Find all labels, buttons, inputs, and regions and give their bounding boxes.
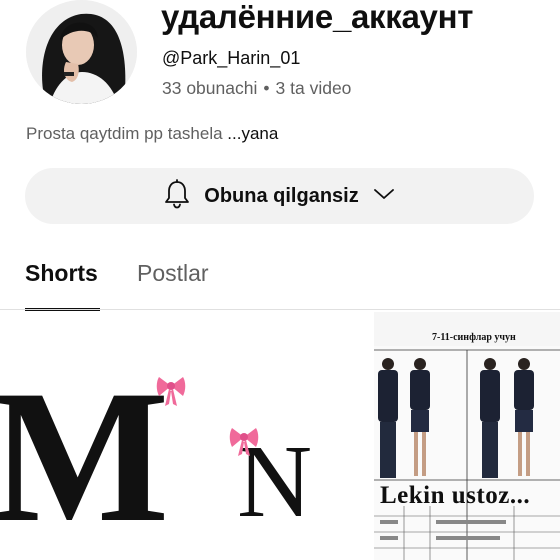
chevron-down-icon — [373, 187, 395, 206]
short-thumbnail-3[interactable]: 7-11-синфлар учун Lekin ustoz... — [374, 312, 560, 560]
channel-handle: @Park_Harin_01 — [162, 48, 301, 68]
bell-icon — [164, 178, 190, 214]
short-thumbnail-2[interactable]: N — [189, 312, 371, 560]
channel-meta: 33 obunachi • 3 ta video — [162, 78, 351, 99]
subscribed-label: Obuna qilgansiz — [204, 184, 359, 207]
channel-title: удалённие_аккаунт — [161, 0, 474, 35]
pink-bow-icon — [229, 428, 259, 456]
letter-m: M — [0, 352, 170, 560]
uniform-document-image — [374, 346, 560, 560]
subscriber-count: 33 obunachi — [162, 78, 258, 98]
tab-postlar[interactable]: Postlar — [137, 260, 209, 287]
channel-description[interactable]: Prosta qaytdim pp tashela ...yana — [26, 124, 278, 144]
short-thumbnail-1[interactable]: M — [0, 312, 186, 560]
channel-tabs: Shorts Postlar — [0, 240, 560, 311]
description-text: Prosta qaytdim pp tashela — [26, 124, 228, 143]
pink-bow-icon — [156, 377, 186, 406]
tabs-divider — [0, 309, 560, 310]
more-options-icon[interactable] — [163, 328, 169, 348]
meta-separator: • — [263, 78, 270, 98]
document-title: 7-11-синфлар учун — [432, 332, 516, 343]
channel-avatar[interactable] — [26, 0, 137, 104]
subscribed-button[interactable]: Obuna qilgansiz — [25, 168, 534, 224]
video-count: 3 ta video — [275, 78, 352, 98]
shorts-grid: M N 7-11-синфлар учун Lekin ustoz... — [0, 312, 560, 560]
tab-shorts[interactable]: Shorts — [25, 260, 98, 287]
short-caption: Lekin ustoz... — [380, 482, 531, 509]
description-more-link[interactable]: ...yana — [227, 124, 278, 143]
